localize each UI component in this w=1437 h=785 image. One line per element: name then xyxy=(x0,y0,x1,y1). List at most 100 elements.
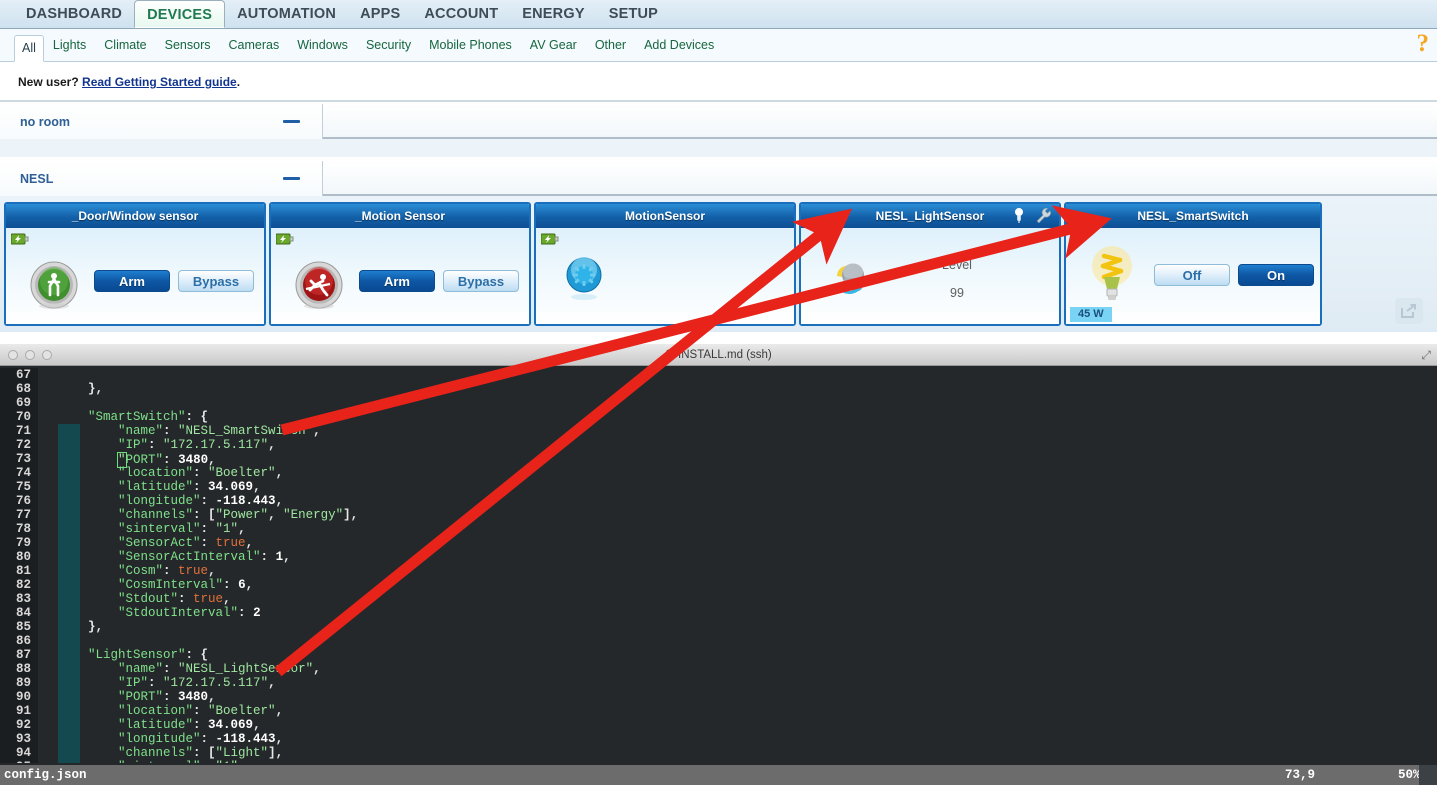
wrench-icon[interactable] xyxy=(1035,207,1051,224)
topnav-tab-account[interactable]: ACCOUNT xyxy=(412,0,510,28)
device-card-body: Arm Bypass xyxy=(271,228,529,324)
code-line: 82 "CosmInterval": 6, xyxy=(0,578,1437,592)
line-number: 94 xyxy=(0,746,38,760)
getting-started-link[interactable]: Read Getting Started guide xyxy=(82,75,237,89)
terminal-titlebar[interactable]: 1. INSTALL.md (ssh) ⤢ xyxy=(0,344,1437,366)
code-text: "name": "NESL_LightSensor", xyxy=(118,662,321,676)
device-category-tabs: All Lights Climate Sensors Cameras Windows Sec… xyxy=(0,29,1437,62)
code-line: 88 "name": "NESL_LightSensor", xyxy=(0,662,1437,676)
bypass-button[interactable]: Bypass xyxy=(443,270,519,292)
device-card-motionsensor[interactable]: MotionSensor xyxy=(534,202,796,326)
code-line: 75 "latitude": 34.069, xyxy=(0,480,1437,494)
code-line: 85 }, xyxy=(0,620,1437,634)
battery-icon xyxy=(10,232,29,245)
code-text: "latitude": 34.069, xyxy=(118,480,261,494)
code-text: "name": "NESL_SmartSwitch", xyxy=(118,424,321,438)
subnav-tab-windows[interactable]: Windows xyxy=(288,35,357,55)
subnav-tab-climate[interactable]: Climate xyxy=(95,35,155,55)
topnav-tab-apps[interactable]: APPS xyxy=(348,0,412,28)
subnav-tab-sensors[interactable]: Sensors xyxy=(156,35,220,55)
device-card-door-window-sensor[interactable]: _Door/Window sensor Arm Bypass xyxy=(4,202,266,326)
subnav-tab-cameras[interactable]: Cameras xyxy=(220,35,289,55)
line-number: 81 xyxy=(0,564,38,578)
topnav-tab-energy[interactable]: ENERGY xyxy=(510,0,596,28)
new-user-prefix: New user? xyxy=(18,75,83,89)
device-card-nesl-lightsensor[interactable]: NESL_LightSensor Level 99 xyxy=(799,202,1061,326)
line-number: 73 xyxy=(0,452,38,466)
subnav-tab-av-gear[interactable]: AV Gear xyxy=(521,35,586,55)
help-icon[interactable]: ? xyxy=(1417,31,1430,57)
subnav-tab-other[interactable]: Other xyxy=(586,35,635,55)
topnav-tab-automation[interactable]: AUTOMATION xyxy=(225,0,348,28)
new-user-suffix: . xyxy=(236,75,241,89)
code-line: 81 "Cosm": true, xyxy=(0,564,1437,578)
code-line: 79 "SensorAct": true, xyxy=(0,536,1437,550)
off-button[interactable]: Off xyxy=(1154,264,1230,286)
device-card-motion-sensor-underscore[interactable]: _Motion Sensor Arm Bypass xyxy=(269,202,531,326)
topnav-tab-dashboard[interactable]: DASHBOARD xyxy=(14,0,134,28)
line-number: 85 xyxy=(0,620,38,634)
topnav-tab-setup[interactable]: SETUP xyxy=(597,0,670,28)
subnav-tab-lights[interactable]: Lights xyxy=(44,35,95,55)
code-text: "location": "Boelter", xyxy=(118,466,284,480)
room-body-no-room xyxy=(0,139,1437,157)
line-number: 72 xyxy=(0,438,38,452)
level-label: Level xyxy=(942,258,972,272)
line-number: 92 xyxy=(0,718,38,732)
line-number: 82 xyxy=(0,578,38,592)
subnav-tab-security[interactable]: Security xyxy=(357,35,420,55)
room-header-bar: NESL xyxy=(0,161,1437,196)
code-line: 74 "location": "Boelter", xyxy=(0,466,1437,480)
walking-person-green-icon xyxy=(28,260,80,312)
room-header-bar: no room xyxy=(0,104,1437,139)
minimize-button[interactable] xyxy=(25,350,35,360)
light-sensor-icon xyxy=(831,258,873,302)
code-line: 84 "StdoutInterval": 2 xyxy=(0,606,1437,620)
window-controls xyxy=(8,350,52,360)
line-number: 71 xyxy=(0,424,38,438)
code-text: "Stdout": true, xyxy=(118,592,231,606)
room-name-label: NESL xyxy=(20,171,54,186)
terminal-status-bar: config.json 73,9 50% xyxy=(0,765,1437,785)
code-text: "latitude": 34.069, xyxy=(118,718,261,732)
code-line: 92 "latitude": 34.069, xyxy=(0,718,1437,732)
arm-button[interactable]: Arm xyxy=(359,270,435,292)
arm-button[interactable]: Arm xyxy=(94,270,170,292)
room-section-nesl: NESL _Door/Window sensor Arm Bypass _Mot… xyxy=(0,161,1437,332)
device-card-strip: _Door/Window sensor Arm Bypass _Motion S… xyxy=(0,196,1437,332)
code-text: }, xyxy=(88,620,104,634)
bypass-button[interactable]: Bypass xyxy=(178,270,254,292)
collapse-icon[interactable] xyxy=(283,177,300,180)
subnav-tab-mobile-phones[interactable]: Mobile Phones xyxy=(420,35,521,55)
code-text: "location": "Boelter", xyxy=(118,704,284,718)
room-tab-no-room[interactable]: no room xyxy=(0,104,323,139)
code-text: "sinterval": "1", xyxy=(38,760,246,763)
topnav-tab-devices[interactable]: DEVICES xyxy=(134,0,226,28)
line-number: 79 xyxy=(0,536,38,550)
room-tab-nesl[interactable]: NESL xyxy=(0,161,323,196)
device-title: MotionSensor xyxy=(625,209,705,223)
code-text: "longitude": -118.443, xyxy=(118,732,284,746)
line-number: 84 xyxy=(0,606,38,620)
subnav-tab-add-devices[interactable]: Add Devices xyxy=(635,35,723,55)
resize-icon[interactable]: ⤢ xyxy=(1421,348,1431,363)
motion-person-red-icon xyxy=(293,260,345,312)
terminal-window: 1. INSTALL.md (ssh) ⤢ 67 68 }, 69 70 "Smart… xyxy=(0,344,1437,785)
on-button[interactable]: On xyxy=(1238,264,1314,286)
code-line: 91 "location": "Boelter", xyxy=(0,704,1437,718)
device-action-buttons: Arm Bypass xyxy=(359,270,519,292)
close-button[interactable] xyxy=(8,350,18,360)
share-export-icon[interactable] xyxy=(1395,298,1423,324)
subnav-tab-all[interactable]: All xyxy=(14,34,44,62)
device-card-nesl-smartswitch[interactable]: NESL_SmartSwitch Off On 45 W xyxy=(1064,202,1322,326)
maximize-button[interactable] xyxy=(42,350,52,360)
code-text: "SensorActInterval": 1, xyxy=(118,550,291,564)
terminal-code-area[interactable]: 67 68 }, 69 70 "SmartSwitch": {71 "name": "… xyxy=(0,366,1437,763)
app-root: DASHBOARD DEVICES AUTOMATION APPS ACCOUNT ENE… xyxy=(0,0,1437,785)
line-number: 76 xyxy=(0,494,38,508)
terminal-title: 1. INSTALL.md (ssh) xyxy=(665,348,772,361)
pin-icon[interactable] xyxy=(1011,207,1027,224)
collapse-icon[interactable] xyxy=(283,120,300,123)
line-number: 69 xyxy=(0,396,38,410)
